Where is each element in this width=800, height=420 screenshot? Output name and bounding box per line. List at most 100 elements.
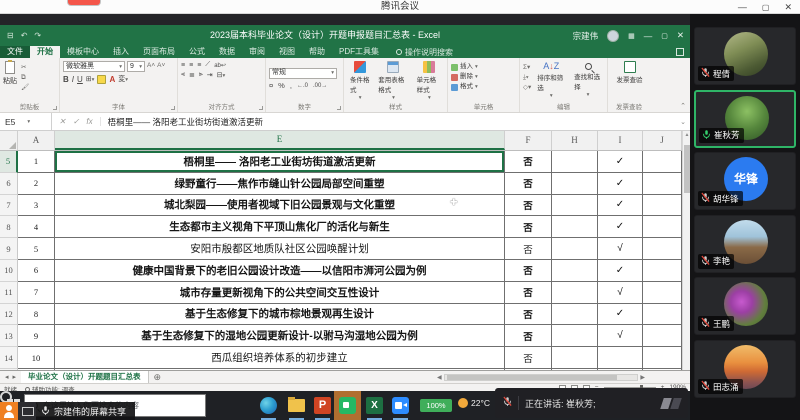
cell-flag[interactable]: 否	[505, 238, 552, 260]
tencent-meeting-app-icon[interactable]	[339, 397, 356, 414]
screen-share-icon[interactable]	[18, 402, 36, 420]
cell-empty[interactable]	[552, 238, 598, 260]
cell-topic-title[interactable]: 城市存量更新视角下的公共空间交互性设计	[55, 282, 505, 304]
confirm-entry-icon[interactable]: ✓	[73, 117, 80, 126]
underline-button[interactable]: U	[77, 75, 83, 84]
wrap-text-icon[interactable]: ab↩	[214, 62, 226, 69]
cell-flag[interactable]: 否	[505, 325, 552, 347]
insert-function-icon[interactable]: fx	[86, 117, 92, 126]
row-header-7[interactable]: 7	[0, 195, 18, 217]
cell-checkmark[interactable]: ✓	[598, 173, 643, 195]
vertical-scroll-thumb[interactable]	[684, 145, 690, 193]
cell-empty[interactable]	[552, 151, 598, 173]
toast-muted-mic-icon[interactable]	[503, 394, 512, 412]
cell-empty[interactable]	[643, 260, 682, 282]
ribbon-display-options-icon[interactable]: ▦	[628, 32, 635, 40]
cell-checkmark[interactable]: ✓	[598, 216, 643, 238]
cell-index[interactable]: 10	[18, 347, 55, 369]
cell-empty[interactable]	[643, 173, 682, 195]
cell-flag[interactable]: 否	[505, 282, 552, 304]
cell-empty[interactable]	[552, 216, 598, 238]
cell-styles-button[interactable]: 单元格样式▾	[414, 61, 445, 102]
cell-topic-title[interactable]: 生态都市主义视角下平顶山焦化厂的活化与新生	[55, 216, 505, 238]
tab-页面布局[interactable]: 页面布局	[136, 46, 182, 58]
video-meeting-icon[interactable]	[392, 397, 409, 414]
cell-topic-title[interactable]: 西瓜组织培养体系的初步建立	[55, 347, 505, 369]
grow-font-icon[interactable]: A˄	[147, 61, 155, 72]
tab-帮助[interactable]: 帮助	[302, 46, 332, 58]
save-icon[interactable]: ⊟	[7, 31, 14, 40]
tell-me-search[interactable]: 操作说明搜索	[396, 46, 453, 58]
cell-empty[interactable]	[643, 195, 682, 217]
account-avatar[interactable]	[607, 30, 619, 42]
italic-button[interactable]: I	[72, 75, 74, 84]
clipboard-dialog-launcher[interactable]	[53, 106, 57, 110]
cell-topic-title[interactable]: 安阳市殷都区地质队社区公园唤醒计划	[55, 238, 505, 260]
file-explorer-icon[interactable]	[288, 399, 305, 412]
format-as-table-button[interactable]: 套用表格格式▾	[375, 61, 411, 102]
column-header-E[interactable]: E	[55, 131, 505, 150]
cancel-entry-icon[interactable]: ✕	[59, 117, 66, 126]
cell-index[interactable]: 3	[18, 195, 55, 217]
merge-center-icon[interactable]: ⊟▾	[217, 71, 226, 79]
shrink-font-icon[interactable]: A˅	[157, 61, 165, 72]
align-right-icon[interactable]: ⫸	[199, 71, 203, 79]
orientation-icon[interactable]: ⟋	[205, 61, 210, 69]
cell-empty[interactable]	[643, 325, 682, 347]
align-middle-icon[interactable]: ≡	[189, 62, 193, 69]
cell-index[interactable]: 9	[18, 325, 55, 347]
participant-tile-程倩[interactable]: 程倩	[694, 27, 796, 85]
cell-flag[interactable]: 否	[505, 173, 552, 195]
excel-minimize-icon[interactable]: —	[644, 31, 653, 41]
scroll-up-icon[interactable]: ▲	[683, 132, 690, 138]
restore-icon[interactable]: ▢	[762, 3, 770, 12]
insert-cells-button[interactable]: 插入▾	[451, 62, 517, 72]
minimize-icon[interactable]: —	[738, 2, 747, 12]
number-dialog-launcher[interactable]	[337, 106, 341, 110]
cell-index[interactable]: 4	[18, 216, 55, 238]
format-cells-button[interactable]: 格式▾	[451, 82, 517, 92]
cell-index[interactable]: 7	[18, 282, 55, 304]
excel-close-icon[interactable]: ✕	[677, 30, 684, 41]
cell-empty[interactable]	[552, 282, 598, 304]
clear-icon[interactable]: ◇▾	[523, 83, 531, 92]
increase-decimal-icon[interactable]: ←.0	[297, 83, 308, 89]
tab-公式[interactable]: 公式	[182, 46, 212, 58]
cell-checkmark[interactable]: ✓	[598, 304, 643, 326]
cell-flag[interactable]: 否	[505, 347, 552, 369]
cell-index[interactable]: 8	[18, 304, 55, 326]
cell-index[interactable]: 5	[18, 238, 55, 260]
align-bottom-icon[interactable]: ≡	[197, 62, 201, 69]
font-dialog-launcher[interactable]	[171, 106, 175, 110]
powerpoint-icon[interactable]: P	[314, 397, 331, 414]
alignment-dialog-launcher[interactable]	[259, 106, 263, 110]
redo-icon[interactable]: ↷	[34, 31, 41, 40]
align-left-icon[interactable]: ⫷	[181, 71, 185, 79]
cell-checkmark[interactable]: ✓	[598, 151, 643, 173]
cell-empty[interactable]	[552, 325, 598, 347]
row-header-11[interactable]: 11	[0, 282, 18, 304]
participant-tile-王鹏[interactable]: 王鹏	[694, 277, 796, 335]
indent-icon[interactable]: ⇥	[207, 71, 213, 79]
row-header-12[interactable]: 12	[0, 304, 18, 326]
name-box[interactable]: E5▾	[0, 113, 52, 130]
phonetic-icon[interactable]: 変▾	[118, 74, 128, 84]
column-header-F[interactable]: F	[505, 131, 552, 150]
accounting-format-icon[interactable]: ¤	[269, 81, 273, 90]
cell-empty[interactable]	[643, 238, 682, 260]
cell-index[interactable]: 6	[18, 260, 55, 282]
find-select-button[interactable]: 查找和选择▾	[571, 61, 605, 102]
cell-checkmark[interactable]: ✓	[598, 195, 643, 217]
cell-empty[interactable]	[552, 260, 598, 282]
cell-flag[interactable]: 否	[505, 195, 552, 217]
bold-button[interactable]: B	[63, 75, 69, 84]
cell-topic-title[interactable]: 基于生态修复下的城市棕地景观再生设计	[55, 304, 505, 326]
cell-topic-title[interactable]: 城北梨园——使用者视域下旧公园景观与文化重塑	[55, 195, 505, 217]
cell-flag[interactable]: 否	[505, 151, 552, 173]
undo-icon[interactable]: ↶	[21, 31, 28, 40]
cell-empty[interactable]	[552, 173, 598, 195]
column-header-J[interactable]: J	[643, 131, 682, 150]
column-header-A[interactable]: A	[18, 131, 55, 150]
align-top-icon[interactable]: ≡	[181, 62, 185, 69]
participant-tile-田志涌[interactable]: 田志涌	[694, 340, 796, 398]
